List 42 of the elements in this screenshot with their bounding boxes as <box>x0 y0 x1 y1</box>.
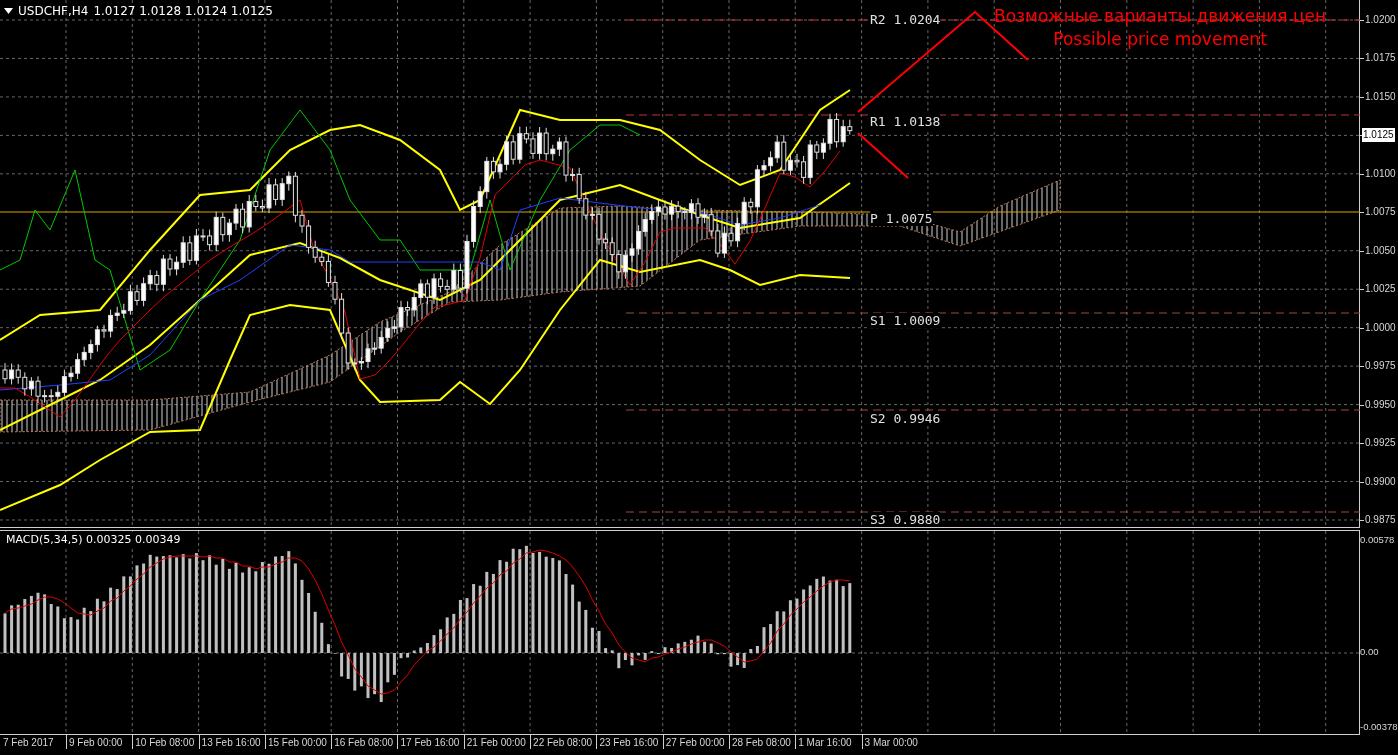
time-label: 3 Mar 00:00 <box>864 737 918 749</box>
price-label: 1.0075 <box>1365 205 1396 220</box>
current-price-label: 1.0125 <box>1362 128 1395 143</box>
time-label: 10 Feb 08:00 <box>135 737 195 749</box>
time-label: 15 Feb 00:00 <box>267 737 327 749</box>
indicator-axis-label: 0.00578 <box>1360 533 1395 547</box>
price-label: 1.0100 <box>1365 166 1396 181</box>
time-label: 28 Feb 08:00 <box>731 737 791 749</box>
pivot-label: R2 1.0204 <box>870 12 941 27</box>
pivot-label: S1 1.0009 <box>870 313 941 328</box>
price-label: 0.9875 <box>1365 512 1396 527</box>
price-label: 0.9900 <box>1365 474 1396 489</box>
time-label: 13 Feb 16:00 <box>201 737 261 749</box>
ohlc-values: 1.0127 1.0128 1.0124 1.0125 <box>93 3 273 20</box>
price-label: 1.0175 <box>1365 51 1396 66</box>
time-label: 17 Feb 16:00 <box>400 737 460 749</box>
annotation-text: Возможные варианты движения цен <box>994 5 1327 28</box>
pivot-label: P 1.0075 <box>870 211 933 226</box>
annotation-text: Possible price movement <box>1053 28 1267 51</box>
time-label: 7 Feb 2017 <box>3 737 54 749</box>
price-label: 0.9925 <box>1365 436 1396 451</box>
pivot-label: S2 0.9946 <box>870 411 941 426</box>
time-label: 21 Feb 00:00 <box>466 737 526 749</box>
price-label: 1.0050 <box>1365 243 1396 258</box>
price-label: 1.0025 <box>1365 282 1396 297</box>
price-label: 0.9975 <box>1365 359 1396 374</box>
price-label: 1.0150 <box>1365 89 1396 104</box>
time-label: 23 Feb 16:00 <box>599 737 659 749</box>
pivot-label: R1 1.0138 <box>870 114 941 129</box>
price-label: 0.9950 <box>1365 397 1396 412</box>
indicator-axis-label: -0.00378 <box>1360 720 1398 734</box>
time-label: 16 Feb 08:00 <box>334 737 394 749</box>
time-label: 27 Feb 00:00 <box>665 737 725 749</box>
indicator-label: MACD(5,34,5) 0.00325 0.00349 <box>6 532 181 549</box>
time-label: 1 Mar 16:00 <box>798 737 852 749</box>
price-label: 1.0200 <box>1365 13 1396 27</box>
indicator-axis-label: 0.00 <box>1360 645 1379 659</box>
time-label: 9 Feb 00:00 <box>69 737 123 749</box>
pivot-label: S3 0.9880 <box>870 512 941 527</box>
price-label: 1.0000 <box>1365 320 1396 335</box>
time-label: 22 Feb 08:00 <box>533 737 592 749</box>
chart-symbol: USDCHF,H4 <box>18 3 89 20</box>
